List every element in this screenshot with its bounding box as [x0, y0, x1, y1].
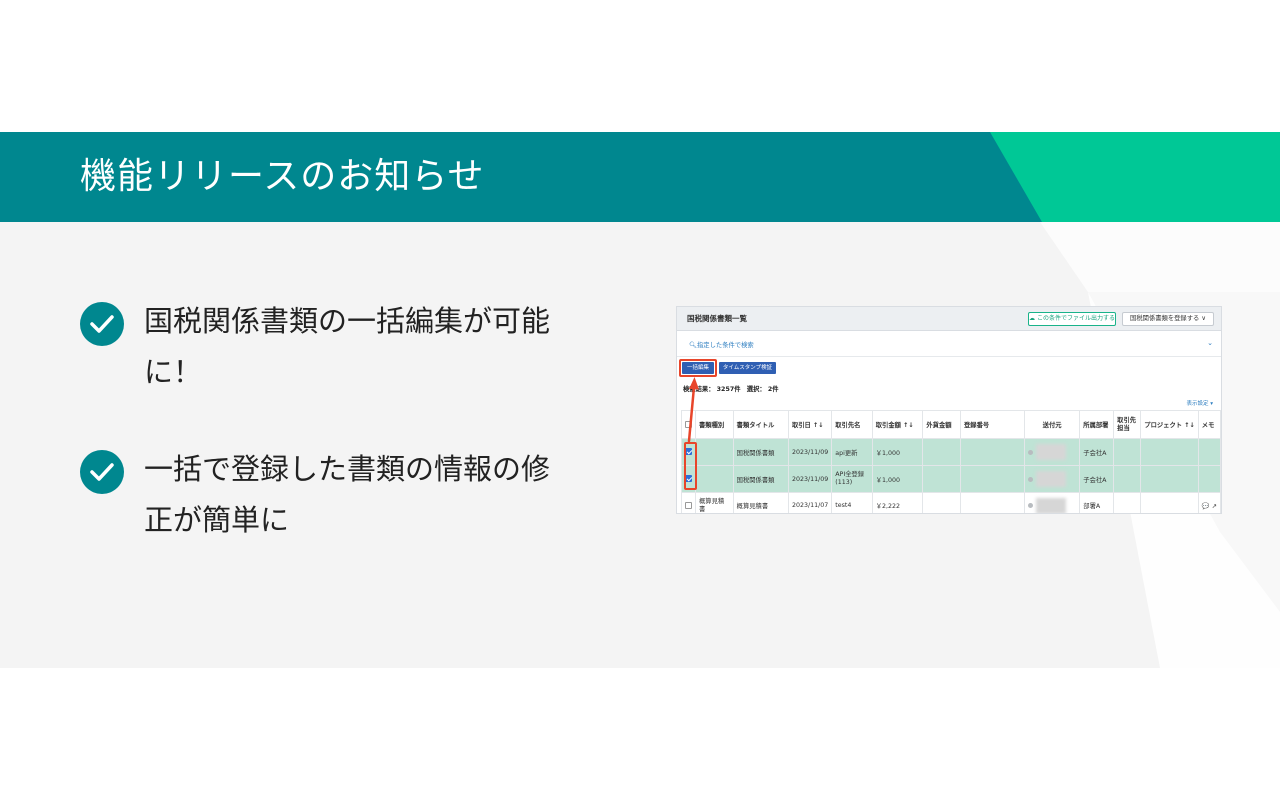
cell-fx	[922, 465, 961, 493]
export-button[interactable]: ☁ この条件でファイル出力する	[1028, 312, 1116, 326]
cell-dept: 子会社A	[1079, 438, 1115, 466]
cell-date: 2023/11/09	[787, 465, 833, 493]
bullet-list: 国税関係書類の一括編集が可能に！ 一括で登録した書類の情報の修正が簡単に	[80, 296, 580, 592]
column-header: 書類タイトル	[732, 410, 789, 439]
result-count: 検索結果： 3257件 選択： 2件	[683, 386, 779, 393]
column-header: メモ	[1197, 410, 1221, 439]
check-icon	[80, 450, 124, 494]
column-header: 取引先名	[831, 410, 873, 439]
cell-dept: 子会社A	[1079, 465, 1115, 493]
bullet-text: 一括で登録した書類の情報の修正が簡単に	[144, 452, 551, 537]
cell-amount: ￥2,222	[871, 492, 924, 513]
chevron-down-icon[interactable]: ⌄	[1207, 339, 1213, 347]
column-header[interactable]: 取引日 ↑↓	[787, 410, 833, 439]
cell-doc-title: 国税関係書類	[732, 465, 789, 493]
column-header: 登録番号	[959, 410, 1025, 439]
cell-contact	[1113, 438, 1142, 466]
cell-doc-type: 概算見積書	[695, 492, 734, 513]
table-row[interactable]: 国税関係書類 2023/11/09 api更新 ￥1,000 子会社A	[681, 438, 1221, 466]
table-row[interactable]: 国税関係書類 2023/11/09 API全登録 (113) ￥1,000 子会…	[681, 465, 1221, 493]
cell-project	[1140, 438, 1199, 466]
timestamp-verify-button[interactable]: タイムスタンプ検証	[719, 362, 776, 374]
column-header: 送付元	[1023, 410, 1081, 439]
bullet-text: 国税関係書類の一括編集が可能に！	[144, 304, 551, 389]
search-link-label: 指定した条件で検索	[697, 342, 754, 349]
cell-doc-type	[695, 438, 734, 466]
bulk-edit-highlight	[679, 359, 717, 377]
cloud-download-icon: ☁	[1029, 315, 1036, 322]
cell-date: 2023/11/07	[787, 492, 833, 513]
column-header: 所属部署	[1079, 410, 1115, 439]
documents-table: 書類種別 書類タイトル 取引日 ↑↓ 取引先名 取引金額 ↑↓ 外貨金額 登録番…	[681, 410, 1221, 513]
info-icon	[1027, 449, 1033, 455]
info-icon	[1027, 503, 1033, 508]
cell-fx	[922, 438, 961, 466]
cell-doc-title: 国税関係書類	[732, 438, 789, 466]
cell-doc-type	[695, 465, 734, 493]
register-button[interactable]: 国税関係書類を登録する ∨	[1122, 312, 1214, 326]
cell-contact	[1113, 492, 1142, 513]
check-icon	[80, 302, 124, 346]
cell-reg-no	[959, 465, 1025, 493]
cell-doc-title: 概算見積書	[732, 492, 789, 513]
cell-fx	[922, 492, 961, 513]
search-link[interactable]: 🔍︎指定した条件で検索	[689, 340, 754, 349]
display-setting-link[interactable]: 表示設定 ▾	[1186, 399, 1213, 407]
select-all-cell[interactable]	[681, 410, 696, 439]
cell-amount: ￥1,000	[871, 465, 924, 493]
cell-partner: test4	[831, 492, 873, 513]
search-icon: 🔍︎	[689, 342, 697, 349]
column-header[interactable]: プロジェクト ↑↓	[1140, 410, 1199, 439]
row-checkbox[interactable]	[685, 501, 692, 509]
cell-project	[1140, 465, 1199, 493]
column-header: 外貨金額	[922, 410, 961, 439]
cell-memo: 💬 ↗	[1197, 492, 1221, 513]
bullet-item: 一括で登録した書類の情報の修正が簡単に	[80, 444, 580, 546]
cell-reg-no	[959, 492, 1025, 513]
checkbox-highlight	[684, 442, 697, 490]
cell-dept: 部署A	[1079, 492, 1115, 513]
cell-sender	[1023, 438, 1081, 466]
screenshot-header: 国税関係書類一覧 ☁ この条件でファイル出力する 国税関係書類を登録する ∨	[677, 307, 1221, 331]
cell-partner: api更新	[831, 438, 873, 466]
cell-sender	[1023, 492, 1081, 513]
cell-memo	[1197, 465, 1221, 493]
screenshot-title: 国税関係書類一覧	[687, 314, 747, 323]
cell-project	[1140, 492, 1199, 513]
bullet-item: 国税関係書類の一括編集が可能に！	[80, 296, 580, 398]
select-all-checkbox[interactable]	[685, 420, 692, 428]
column-header: 書類種別	[695, 410, 734, 439]
cell-amount: ￥1,000	[871, 438, 924, 466]
blurred-sender	[1035, 471, 1066, 487]
slide: 機能リリースのお知らせ 国税関係書類の一括編集が可能に！ 一括で登録した書類の情…	[0, 0, 1280, 800]
search-row[interactable]: 🔍︎指定した条件で検索 ⌄	[677, 331, 1221, 357]
cell-sender	[1023, 465, 1081, 493]
blurred-sender	[1035, 497, 1066, 513]
table-row[interactable]: 概算見積書 概算見積書 2023/11/07 test4 ￥2,222 部署A …	[681, 492, 1221, 513]
cell-contact	[1113, 465, 1142, 493]
cell-memo	[1197, 438, 1221, 466]
blurred-sender	[1035, 444, 1066, 460]
row-select-cell[interactable]	[681, 492, 696, 513]
column-header: 取引先担当	[1113, 410, 1142, 439]
info-icon	[1027, 476, 1033, 482]
app-screenshot: 国税関係書類一覧 ☁ この条件でファイル出力する 国税関係書類を登録する ∨ 🔍…	[676, 306, 1222, 514]
banner-title: 機能リリースのお知らせ	[80, 156, 485, 197]
export-button-label: この条件でファイル出力する	[1036, 315, 1115, 322]
title-banner: 機能リリースのお知らせ	[0, 132, 1280, 222]
column-header[interactable]: 取引金額 ↑↓	[871, 410, 924, 439]
table-header-row: 書類種別 書類タイトル 取引日 ↑↓ 取引先名 取引金額 ↑↓ 外貨金額 登録番…	[681, 410, 1221, 439]
cell-date: 2023/11/09	[787, 438, 833, 466]
cell-reg-no	[959, 438, 1025, 466]
cell-partner: API全登録 (113)	[831, 465, 873, 493]
